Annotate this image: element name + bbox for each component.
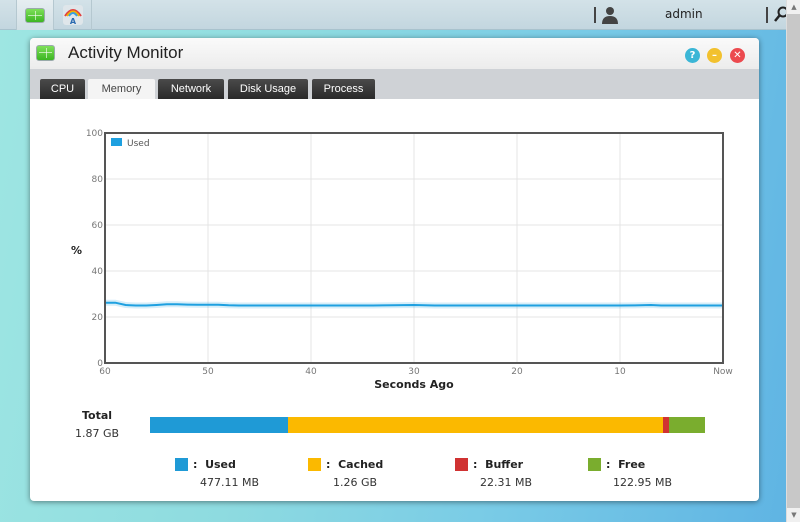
taskbar-divider	[594, 7, 596, 23]
minimize-button[interactable]: –	[707, 48, 722, 63]
x-tick-label: 50	[202, 367, 214, 377]
legend-name-cached: : Cached	[326, 458, 384, 471]
close-icon: ✕	[733, 50, 742, 61]
tab-cpu[interactable]: CPU	[40, 79, 85, 99]
membar-segment-free	[669, 417, 705, 433]
legend-name-buffer: : Buffer	[473, 458, 524, 471]
tab-bar: CPU Memory Network Disk Usage Process	[30, 69, 759, 99]
legend-name-free: : Free	[606, 458, 646, 471]
activity-monitor-icon	[25, 7, 45, 23]
legend-swatch-used	[111, 138, 122, 146]
y-tick-label: 80	[92, 175, 104, 185]
taskbar: A admin	[0, 0, 788, 30]
scroll-down-arrow-icon[interactable]: ▼	[787, 508, 800, 522]
legend-name-used: : Used	[193, 458, 236, 471]
membar-segment-cached	[288, 417, 663, 433]
app-center-icon: A	[62, 5, 83, 26]
activity-monitor-window: Activity Monitor ? – ✕ CPU Memory Networ…	[30, 38, 759, 501]
help-button[interactable]: ?	[685, 48, 700, 63]
legend-label-used: Used	[127, 139, 150, 149]
legend-swatch-used	[175, 458, 188, 471]
tab-process[interactable]: Process	[312, 79, 375, 99]
total-memory-value: 1.87 GB	[75, 427, 120, 440]
page-scrollbar[interactable]: ▲ ▼	[786, 0, 800, 522]
y-tick-label: 100	[86, 129, 103, 139]
minimize-icon: –	[712, 50, 717, 61]
close-button[interactable]: ✕	[730, 48, 745, 63]
taskbar-app-activity-monitor[interactable]	[16, 0, 54, 30]
tab-disk-usage[interactable]: Disk Usage	[228, 79, 308, 99]
membar-segment-used	[150, 417, 289, 433]
scroll-up-arrow-icon[interactable]: ▲	[787, 0, 800, 14]
tab-network[interactable]: Network	[158, 79, 224, 99]
x-tick-label: 60	[99, 367, 111, 377]
legend-value-free: 122.95 MB	[613, 476, 673, 489]
tab-memory[interactable]: Memory	[88, 79, 155, 99]
x-tick-label: 40	[305, 367, 317, 377]
total-memory-label: Total	[82, 409, 113, 422]
taskbar-app-app-center[interactable]: A	[54, 0, 92, 30]
x-tick-label: 10	[614, 367, 626, 377]
y-axis-label: %	[71, 244, 82, 257]
memory-distribution-bar	[150, 417, 705, 433]
legend-value-buffer: 22.31 MB	[480, 476, 533, 489]
legend-swatch-free	[588, 458, 601, 471]
legend-swatch-buffer	[455, 458, 468, 471]
x-tick-label: Now	[713, 367, 733, 377]
svg-text:A: A	[69, 17, 76, 26]
taskbar-divider	[766, 7, 768, 23]
help-icon: ?	[689, 50, 696, 61]
user-icon[interactable]	[601, 6, 619, 24]
username-label[interactable]: admin	[665, 7, 703, 21]
window-title: Activity Monitor	[68, 43, 184, 62]
x-tick-label: 30	[408, 367, 420, 377]
activity-monitor-icon	[36, 45, 55, 61]
x-axis-label: Seconds Ago	[374, 378, 454, 391]
window-titlebar[interactable]: Activity Monitor ? – ✕	[30, 38, 759, 69]
x-tick-label: 20	[511, 367, 523, 377]
legend-value-used: 477.11 MB	[200, 476, 260, 489]
legend-swatch-cached	[308, 458, 321, 471]
memory-usage-chart-svg: 02040608010060 50 40 30 20 10 Now % Seconds Ag…	[71, 129, 733, 391]
y-tick-label: 60	[92, 221, 104, 231]
legend-value-cached: 1.26 GB	[333, 476, 378, 489]
y-tick-label: 20	[92, 313, 104, 323]
y-tick-label: 40	[92, 267, 104, 277]
chart-legend: Used	[111, 138, 150, 149]
memory-usage-chart: 0 20 40 60 80 100 60 50 40 30 20 10 Now % Seconds Ag…	[30, 99, 759, 399]
